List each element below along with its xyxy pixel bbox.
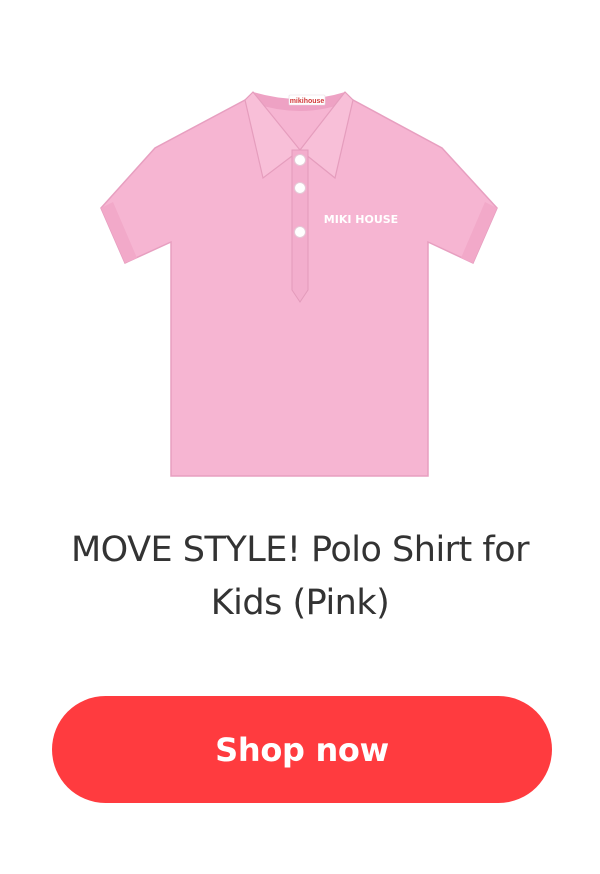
- polo-shirt-illustration: mikihouse MIKI HOUSE: [100, 91, 498, 477]
- product-title: MOVE STYLE! Polo Shirt for Kids (Pink): [70, 530, 530, 623]
- shirt-button: [294, 154, 306, 166]
- shirt-button: [294, 182, 306, 194]
- shirt-button: [294, 226, 306, 238]
- shop-now-button[interactable]: Shop now: [52, 696, 552, 803]
- product-card: mikihouse MIKI HOUSE MOVE STYLE! Polo Sh…: [0, 0, 600, 874]
- svg-text:mikihouse: mikihouse: [290, 98, 325, 105]
- chest-logo-text: MIKI HOUSE: [324, 213, 398, 226]
- product-image[interactable]: mikihouse MIKI HOUSE: [95, 80, 505, 490]
